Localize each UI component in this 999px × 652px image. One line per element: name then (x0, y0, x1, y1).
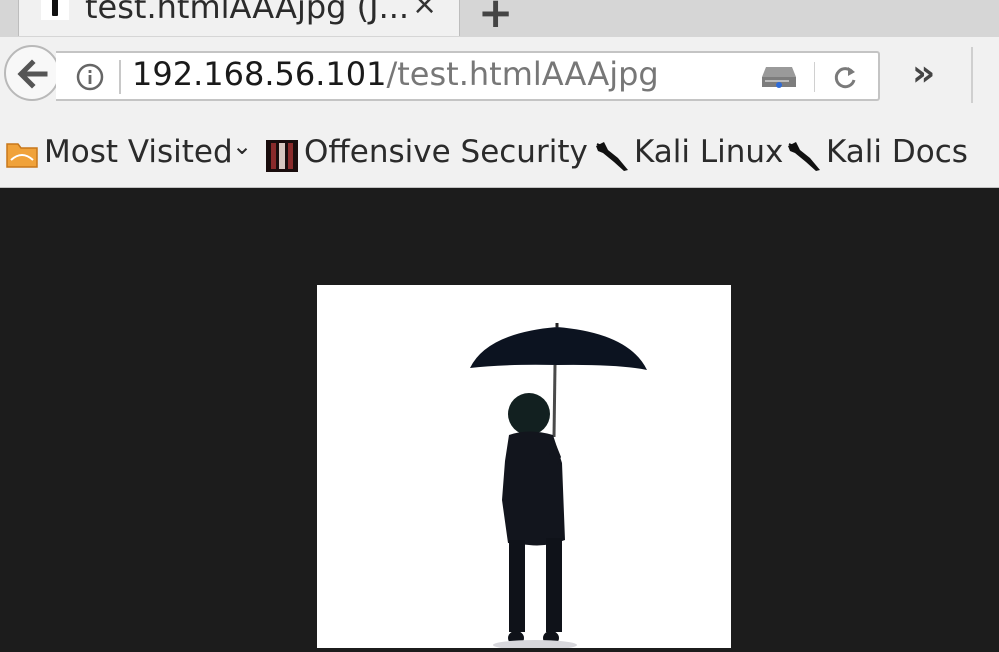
tab-close-icon[interactable]: × (412, 0, 437, 22)
navigation-toolbar: 192.168.56.101/test.htmlAAAjpg » (0, 37, 999, 123)
new-tab-button[interactable]: + (478, 0, 513, 37)
bookmark-label: Kali Linux (634, 134, 784, 170)
active-tab[interactable]: test.htmlAAAjpg (J... × (18, 0, 460, 36)
toolbar-separator (971, 47, 973, 103)
address-separator-right (814, 62, 815, 92)
info-icon[interactable] (76, 63, 104, 91)
tab-title: test.htmlAAAjpg (J... (85, 0, 410, 26)
bookmark-offensive-security[interactable]: Offensive Security (266, 131, 588, 177)
page-content (0, 188, 999, 650)
bookmarks-toolbar: Most Visited ⌄ Offensive Security Kali L… (0, 123, 999, 188)
back-arrow-icon (17, 59, 48, 89)
folder-icon (6, 143, 38, 168)
umbrella-figure-image (470, 323, 647, 650)
bookmark-most-visited[interactable]: Most Visited ⌄ (6, 131, 252, 177)
offsec-icon (266, 140, 298, 172)
tab-strip: test.htmlAAAjpg (J... × + (0, 0, 999, 37)
back-button[interactable] (4, 45, 60, 101)
drive-icon[interactable] (760, 63, 798, 91)
displayed-image[interactable] (317, 285, 731, 650)
bookmark-label: Offensive Security (304, 134, 588, 170)
tab-favicon-icon (41, 0, 69, 20)
bookmark-kali-docs[interactable]: Kali Docs (786, 131, 976, 177)
reload-icon[interactable] (831, 63, 859, 91)
address-bar[interactable]: 192.168.56.101/test.htmlAAAjpg (56, 51, 880, 101)
url-path: /test.htmlAAAjpg (386, 55, 659, 93)
kali-dragon-icon (596, 142, 628, 171)
bookmark-kali-linux[interactable]: Kali Linux (594, 131, 784, 177)
bookmark-label: Most Visited (44, 134, 233, 170)
bookmark-label: Kali Docs (826, 134, 968, 170)
kali-dragon-icon (788, 142, 820, 171)
chevron-down-icon: ⌄ (232, 132, 253, 160)
address-separator (119, 60, 121, 94)
url-text[interactable]: 192.168.56.101/test.htmlAAAjpg (132, 55, 659, 93)
overflow-menu-button[interactable]: » (912, 53, 935, 94)
url-host: 192.168.56.101 (132, 55, 387, 93)
